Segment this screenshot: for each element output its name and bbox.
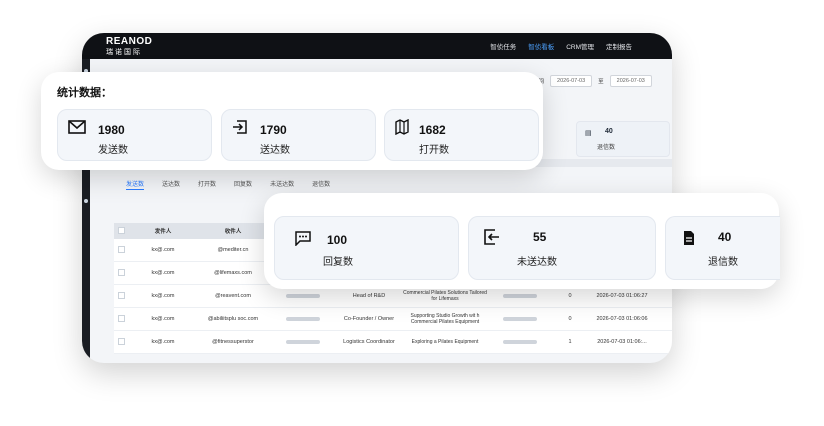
stat-sent-value: 1980 <box>98 123 125 137</box>
cell-sender: kx@.com <box>151 293 175 299</box>
date-separator: 至 <box>598 79 604 85</box>
stat-undelivered-label: 未送达数 <box>517 257 557 268</box>
stat-card-sent: 1980 发送数 <box>57 109 212 161</box>
document-icon <box>684 231 694 245</box>
top-navbar: REANOD 瑞诺国际 智侦任务 智侦看板 CRM管理 定制报告 <box>82 33 672 59</box>
nav-item-crm[interactable]: CRM管理 <box>566 41 594 51</box>
cell-title: Co-Founder / Owner <box>343 316 395 322</box>
map-icon <box>395 119 409 135</box>
cell-extra <box>490 293 550 299</box>
nav-item-reports[interactable]: 定制报告 <box>606 41 632 51</box>
table-row[interactable]: kx@.com @fitnessuperstor Logistics Coordin… <box>114 331 672 354</box>
envelope-icon <box>68 120 86 134</box>
stat-card-opened: 1682 打开数 <box>384 109 539 161</box>
tab-delivered[interactable]: 送达数 <box>162 179 180 190</box>
cell-title: Head of R&D <box>352 293 386 299</box>
tab-bounced[interactable]: 退信数 <box>312 179 330 190</box>
cell-name <box>268 339 338 345</box>
cell-subject: Exploring a Pilates Equipment <box>411 339 479 345</box>
stat-card-undelivered: 55 未送达数 <box>468 216 656 280</box>
select-all-checkbox[interactable] <box>117 226 125 234</box>
stats-overlay-top: 统计数据： 1980 发送数 1790 送达数 1682 打开数 <box>41 72 543 170</box>
cell-sender: kx@.com <box>151 247 175 253</box>
cell-count: 0 <box>568 316 572 322</box>
tab-undelivered[interactable]: 未送达数 <box>270 179 294 190</box>
cell-subject: Commercial Pilates Solutions Tailored fo… <box>403 290 487 302</box>
stat-replied-label: 回复数 <box>323 257 353 268</box>
brand-logo: REANOD 瑞诺国际 <box>106 36 153 57</box>
sidebar-icon[interactable] <box>84 199 88 203</box>
cell-title: Logistics Coordinator <box>343 339 395 345</box>
cell-sender: kx@.com <box>151 339 175 345</box>
start-date-input[interactable]: 2026-07-03 <box>550 75 593 87</box>
nav-item-dashboard[interactable]: 智侦看板 <box>528 41 554 51</box>
row-checkbox[interactable] <box>114 337 128 347</box>
redacted-text <box>503 316 537 321</box>
stat-opened-label: 打开数 <box>419 145 449 156</box>
cell-extra <box>490 316 550 322</box>
row-checkbox[interactable] <box>114 291 128 301</box>
row-checkbox[interactable] <box>114 268 128 278</box>
cell-name <box>268 316 338 322</box>
cell-recipient: @mediter.cn <box>217 247 249 253</box>
stats-title: 统计数据： <box>57 87 112 99</box>
header-recipient[interactable]: 收件人 <box>198 227 268 235</box>
cell-extra <box>490 339 550 345</box>
stat-delivered-value: 1790 <box>260 123 287 137</box>
bounce-mini-value: 40 <box>605 128 613 135</box>
row-checkbox[interactable] <box>114 314 128 324</box>
top-nav-menu: 智侦任务 智侦看板 CRM管理 定制报告 <box>490 41 632 51</box>
cell-count: 1 <box>568 339 572 345</box>
header-sender[interactable]: 发件人 <box>128 227 198 235</box>
stat-card-bounced: 40 退信数 <box>665 216 780 280</box>
tab-sent[interactable]: 发送数 <box>126 179 145 190</box>
exit-arrow-icon <box>484 229 499 245</box>
brand-name-zh: 瑞诺国际 <box>106 49 142 56</box>
cell-sender: kx@.com <box>151 270 175 276</box>
tab-opened[interactable]: 打开数 <box>198 179 216 190</box>
redacted-text <box>286 293 320 298</box>
stat-replied-value: 100 <box>327 233 348 247</box>
brand-name-en: REANOD <box>106 36 153 47</box>
cell-time: 2026-07-03 01:06:... <box>597 339 647 345</box>
redacted-text <box>286 316 320 321</box>
redacted-text <box>503 293 537 298</box>
cell-name <box>268 293 338 299</box>
cell-recipient: @fitnessuperstor <box>212 339 254 345</box>
detail-tabs: 发送数 送达数 打开数 回复数 未送达数 退信数 <box>126 179 330 190</box>
tab-replied[interactable]: 回复数 <box>234 179 252 190</box>
cell-time: 2026-07-03 01:06:06 <box>596 316 648 322</box>
end-date-input[interactable]: 2026-07-03 <box>609 75 652 87</box>
stat-card-delivered: 1790 送达数 <box>221 109 376 161</box>
cell-subject: Supporting Studio Growth wit h Commercia… <box>410 313 480 325</box>
inbox-arrow-icon <box>233 120 247 134</box>
cell-recipient: @reavent.com <box>215 293 251 299</box>
bounce-mini-card: ▤ 40 退信数 <box>576 121 670 157</box>
row-checkbox[interactable] <box>114 245 128 255</box>
document-icon: ▤ <box>585 130 592 137</box>
redacted-text <box>286 339 320 344</box>
stats-overlay-bottom: 100 回复数 55 未送达数 40 退信数 <box>264 193 780 289</box>
redacted-text <box>503 339 537 344</box>
cell-count: 0 <box>568 293 572 299</box>
cell-recipient: @lifemaxs.com <box>214 270 252 276</box>
chat-bubble-icon <box>295 231 311 246</box>
cell-time: 2026-07-03 01:06:27 <box>596 293 648 299</box>
table-row[interactable]: kx@.com @abiliitsplu soc.com Co-Founder / … <box>114 308 672 331</box>
stat-delivered-label: 送达数 <box>260 145 290 156</box>
stat-undelivered-value: 55 <box>533 230 547 244</box>
stat-opened-value: 1682 <box>419 123 446 137</box>
stat-sent-label: 发送数 <box>98 145 128 156</box>
bounce-mini-label: 退信数 <box>597 145 616 151</box>
stat-bounced-value: 40 <box>718 230 732 244</box>
nav-item-tasks[interactable]: 智侦任务 <box>490 41 516 51</box>
stat-bounced-label: 退信数 <box>708 257 738 268</box>
cell-sender: kx@.com <box>151 316 175 322</box>
cell-recipient: @abiliitsplu soc.com <box>207 316 259 322</box>
stat-card-replied: 100 回复数 <box>274 216 459 280</box>
